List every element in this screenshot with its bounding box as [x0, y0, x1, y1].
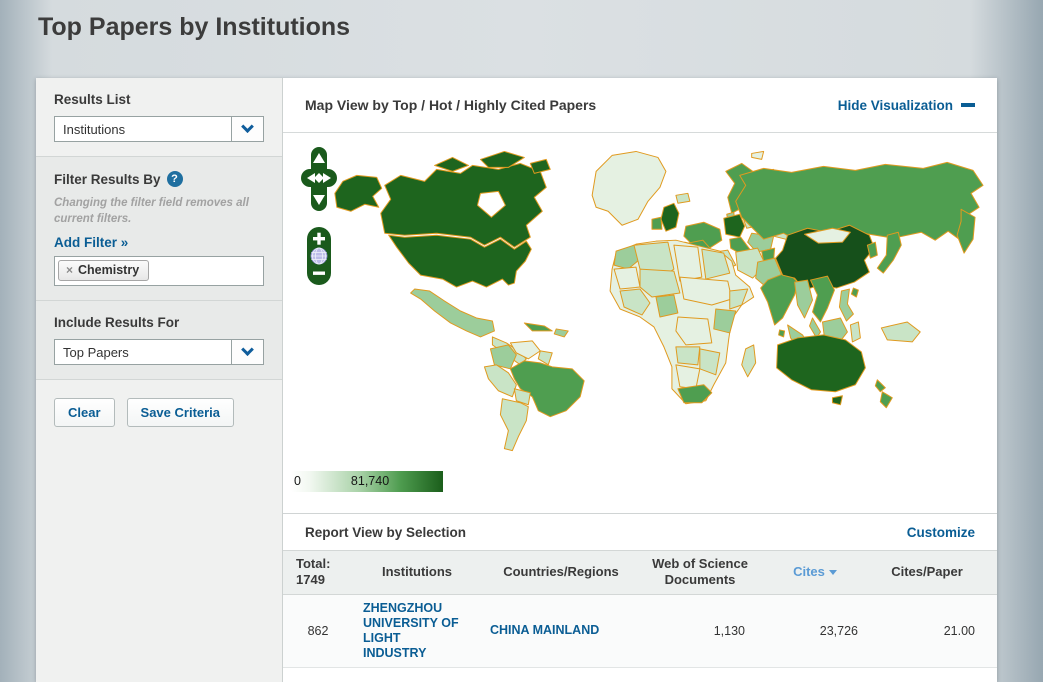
country-greenland[interactable] [591, 150, 667, 226]
include-results-select[interactable]: Top Papers [54, 339, 264, 366]
country-south-korea[interactable] [866, 241, 878, 259]
country-japan[interactable] [876, 231, 902, 274]
col-countries-regions[interactable]: Countries/Regions [481, 564, 641, 580]
chevron-down-icon [241, 119, 254, 133]
col-cites[interactable]: Cites [759, 564, 871, 580]
report-header-title: Report View by Selection [305, 524, 467, 540]
customize-link[interactable]: Customize [907, 525, 975, 540]
table-row: 862 ZHENGZHOU UNIVERSITY OF LIGHT INDUST… [283, 594, 997, 668]
viz-header-title: Map View by Top / Hot / Highly Cited Pap… [305, 97, 597, 113]
help-icon[interactable]: ? [166, 171, 183, 187]
actions-section: Clear Save Criteria [36, 380, 282, 682]
total-header: Total: 1749 [296, 556, 331, 588]
country-link[interactable]: CHINA MAINLAND [481, 623, 641, 638]
map-zoom-control[interactable] [306, 226, 332, 286]
sort-descending-icon [828, 570, 837, 576]
country-argentina[interactable] [499, 398, 529, 452]
filter-chips-box[interactable]: × Chemistry [54, 256, 264, 287]
filter-chip-label: Chemistry [78, 263, 140, 278]
filter-chip[interactable]: × Chemistry [58, 260, 150, 282]
include-results-arrow-box[interactable] [231, 340, 263, 365]
country-madagascar[interactable] [741, 344, 757, 378]
country-canada[interactable] [380, 162, 547, 248]
include-results-label: Include Results For [54, 315, 180, 331]
institution-link[interactable]: ZHENGZHOU UNIVERSITY OF LIGHT INDUSTRY [353, 601, 481, 661]
table-footer-space [283, 667, 997, 682]
map-legend: 0 81,740 [291, 471, 443, 492]
results-list-selected-value: Institutions [63, 121, 126, 137]
save-criteria-button[interactable]: Save Criteria [126, 398, 235, 428]
collapse-minus-icon [961, 103, 975, 107]
clear-button[interactable]: Clear [54, 398, 115, 428]
country-thailand-vietnam[interactable] [810, 275, 835, 323]
country-angola[interactable] [675, 346, 701, 366]
country-alaska[interactable] [334, 174, 383, 212]
country-uk[interactable] [660, 202, 680, 232]
col-wos-documents[interactable]: Web of Science Documents [641, 556, 759, 589]
include-results-section: Include Results For Top Papers [36, 301, 282, 381]
cell-cites: 23,726 [819, 623, 858, 638]
results-list-section: Results List Institutions [36, 78, 282, 157]
chevron-down-icon [241, 342, 254, 356]
sidebar: Results List Institutions Filter Results… [36, 78, 283, 682]
legend-min-label: 0 [294, 474, 301, 488]
country-new-zealand[interactable] [874, 379, 886, 393]
filter-note: Changing the filter field removes all cu… [54, 197, 249, 225]
page-title: Top Papers by Institutions [38, 13, 351, 41]
table-header: Total: 1749 Institutions Countries/Regio… [283, 550, 997, 595]
viz-header: Map View by Top / Hot / Highly Cited Pap… [283, 78, 997, 133]
country-cuba[interactable] [523, 322, 553, 332]
map-controls [299, 145, 339, 286]
country-australia[interactable] [776, 334, 866, 393]
country-ireland[interactable] [651, 216, 663, 230]
map-area: 0 81,740 [283, 133, 997, 513]
results-list-label: Results List [54, 92, 131, 107]
cell-cites-per-paper: 21.00 [943, 623, 975, 638]
arctic-islands[interactable] [434, 156, 469, 172]
include-results-selected-value: Top Papers [63, 344, 129, 360]
col-institutions[interactable]: Institutions [353, 564, 481, 580]
results-list-arrow-box[interactable] [231, 117, 263, 141]
report-header: Report View by Selection Customize [283, 513, 997, 550]
country-iceland[interactable] [675, 192, 691, 204]
country-kenya-tanzania[interactable] [713, 308, 737, 334]
country-nigeria[interactable] [655, 294, 679, 318]
cell-documents: 1,130 [713, 623, 745, 638]
country-papua[interactable] [880, 321, 921, 343]
col-cites-per-paper[interactable]: Cites/Paper [871, 564, 997, 580]
globe-icon [310, 247, 328, 265]
country-taiwan[interactable] [850, 287, 859, 298]
country-russia[interactable] [735, 161, 984, 242]
hide-visualization-link[interactable]: Hide Visualization [838, 98, 975, 113]
results-list-select[interactable]: Institutions [54, 116, 264, 142]
cell-rank: 862 [307, 623, 329, 638]
country-malaysia[interactable] [809, 317, 821, 339]
world-map[interactable] [285, 141, 995, 473]
main-panel: Map View by Top / Hot / Highly Cited Pap… [283, 78, 997, 682]
legend-max-label: 81,740 [350, 474, 390, 488]
map-pan-control[interactable] [299, 145, 339, 215]
add-filter-link[interactable]: Add Filter » [54, 235, 128, 250]
zoom-out-icon [313, 271, 325, 275]
filter-results-label: Filter Results By [54, 171, 161, 187]
country-mexico[interactable] [410, 288, 495, 338]
app-container: Results List Institutions Filter Results… [36, 78, 997, 682]
remove-filter-icon[interactable]: × [66, 263, 73, 277]
filter-section: Filter Results By ? Changing the filter … [36, 157, 282, 302]
